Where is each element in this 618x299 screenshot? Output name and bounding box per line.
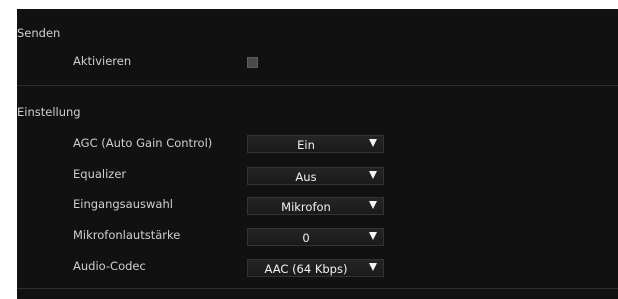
equalizer-select[interactable]: Aus bbox=[247, 167, 384, 185]
enable-label: Aktivieren bbox=[73, 54, 132, 68]
agc-select-value: Ein bbox=[297, 138, 315, 152]
input-select-label: Eingangsauswahl bbox=[73, 197, 173, 211]
section-divider bbox=[17, 85, 618, 86]
mic-volume-label: Mikrofonlautstärke bbox=[73, 228, 181, 242]
enable-checkbox[interactable] bbox=[247, 57, 258, 68]
audio-codec-select[interactable]: AAC (64 Kbps) bbox=[247, 259, 384, 277]
input-select-value: Mikrofon bbox=[281, 200, 331, 214]
input-select[interactable]: Mikrofon bbox=[247, 197, 384, 215]
agc-select[interactable]: Ein bbox=[247, 135, 384, 153]
mic-volume-select[interactable]: 0 bbox=[247, 228, 384, 246]
audio-settings-panel: Senden Aktivieren Einstellung AGC (Auto … bbox=[17, 9, 618, 299]
audio-codec-select-value: AAC (64 Kbps) bbox=[264, 262, 348, 276]
triangle-down-icon bbox=[369, 232, 377, 240]
triangle-down-icon bbox=[369, 201, 377, 209]
mic-volume-select-value: 0 bbox=[302, 231, 310, 245]
section-divider-bottom bbox=[17, 288, 618, 289]
triangle-down-icon bbox=[369, 139, 377, 147]
equalizer-select-value: Aus bbox=[295, 170, 317, 184]
triangle-down-icon bbox=[369, 171, 377, 179]
agc-label: AGC (Auto Gain Control) bbox=[73, 136, 213, 150]
triangle-down-icon bbox=[369, 263, 377, 271]
section-title-senden: Senden bbox=[17, 26, 61, 40]
audio-codec-label: Audio-Codec bbox=[73, 259, 146, 273]
equalizer-label: Equalizer bbox=[73, 167, 127, 181]
section-title-einstellung: Einstellung bbox=[17, 105, 81, 119]
